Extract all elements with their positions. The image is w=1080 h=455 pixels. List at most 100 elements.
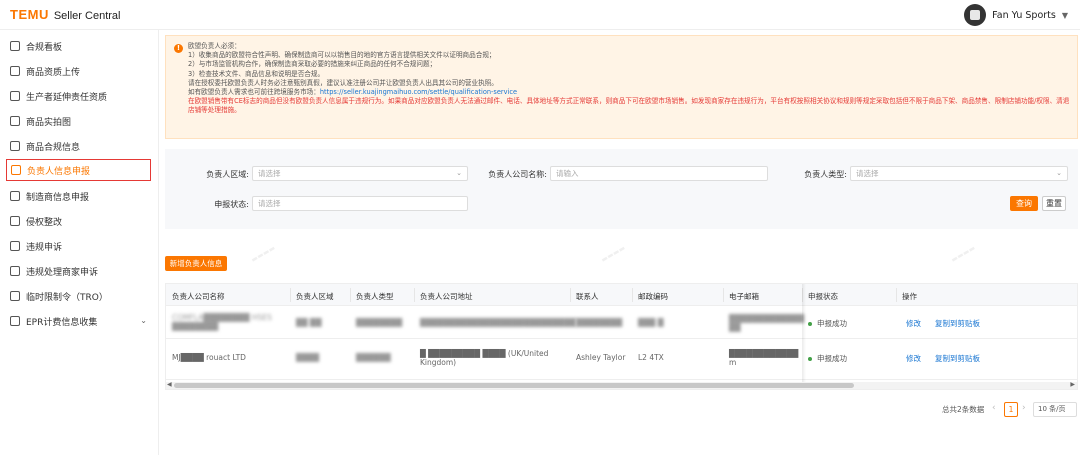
sidebar-item-responsible-person[interactable]: 负责人信息申报 (6, 159, 151, 181)
sidebar-item-label: 制造商信息申报 (26, 192, 90, 203)
cell-company: MJ████ rouact LTD (172, 353, 246, 362)
watermark: ▬▬▬▬ (599, 243, 627, 265)
company-input[interactable]: 请输入 (550, 166, 768, 181)
cell-region: ████ (296, 353, 320, 362)
user-name: Fan Yu Sports (992, 9, 1056, 21)
warning-icon (10, 216, 20, 226)
copy-to-clipboard-link[interactable]: 复制到剪贴板 (935, 318, 980, 329)
chevron-down-icon: ⌄ (1056, 169, 1062, 177)
reset-button[interactable]: 重置 (1042, 196, 1066, 211)
table-header: 负责人公司名称 负责人区域 负责人类型 负责人公司地址 联系人 邮政编码 电子邮… (166, 284, 1077, 306)
watermark: ▬▬▬▬ (249, 243, 277, 265)
table-row: MJ████ rouact LTD ████ ██████ █ ████████… (166, 339, 1077, 380)
add-responsible-button[interactable]: 新增负责人信息 (165, 256, 227, 271)
user-menu[interactable]: Fan Yu Sports ▼ (964, 4, 1068, 26)
brand[interactable]: TEMU Seller Central (10, 7, 120, 22)
col-header-status: 申报状态 (808, 292, 838, 301)
col-header-address: 负责人公司地址 (420, 292, 473, 301)
sidebar-item-compliance-dashboard[interactable]: 合规看板 (6, 35, 151, 57)
region-select[interactable]: 请选择 ⌄ (252, 166, 468, 181)
sidebar-item-product-photos[interactable]: 商品实拍图 (6, 110, 151, 132)
cell-type: ██████ (356, 353, 391, 362)
cell-postcode: ███ █ (638, 318, 664, 327)
page-size-select[interactable]: 10 条/页 (1033, 402, 1077, 417)
company-placeholder: 请输入 (556, 169, 579, 178)
sidebar-item-producer-responsibility[interactable]: 生产者延伸责任资质 (6, 85, 151, 107)
notice-line: 2）与市场监管机构合作，确保制造商采取必要的措施来纠正商品的任何不合规问题； (188, 60, 437, 69)
page-size-value: 10 条/页 (1038, 405, 1066, 413)
status-badge: 申报成功 (808, 353, 847, 364)
notice-line: 1）收集商品的欧盟符合性声明、确保制造商可以以销售目的地的官方语言提供相关文件以… (188, 51, 496, 60)
sidebar-item-violation-appeal[interactable]: 违规申诉 (6, 235, 151, 257)
copy-to-clipboard-link[interactable]: 复制到剪贴板 (935, 353, 980, 364)
column-divider (290, 288, 291, 302)
table-row: COMFLA████████ HSES ████████ ██ ██ █████… (166, 306, 1077, 339)
next-page-icon[interactable]: › (1022, 403, 1026, 413)
sidebar-item-merchant-appeal[interactable]: 违规处理商家申诉 (6, 260, 151, 282)
status-text: 申报成功 (817, 319, 847, 328)
column-divider (632, 288, 633, 302)
company-label: 负责人公司名称: (488, 170, 547, 179)
type-placeholder: 请选择 (856, 169, 879, 178)
status-placeholder: 请选择 (258, 199, 281, 208)
chevron-down-icon[interactable]: ⌄ (140, 316, 147, 325)
tro-icon (10, 291, 20, 301)
notice-body: 欧盟负责人必须： 1）收集商品的欧盟符合性声明、确保制造商可以以销售目的地的官方… (188, 42, 1073, 116)
photo-icon (10, 116, 20, 126)
edit-link[interactable]: 修改 (906, 353, 921, 364)
query-button[interactable]: 查询 (1010, 196, 1038, 211)
chevron-down-icon[interactable]: ▼ (1062, 11, 1068, 20)
status-select[interactable]: 请选择 (252, 196, 468, 211)
notice-line: 3）检查技术文件、商品信息和说明是否合规。 (188, 69, 325, 78)
column-divider (896, 288, 897, 302)
sidebar-item-label: 违规处理商家申诉 (26, 267, 99, 278)
responsible-person-table: 负责人公司名称 负责人区域 负责人类型 负责人公司地址 联系人 邮政编码 电子邮… (165, 283, 1078, 390)
sidebar-item-epr[interactable]: EPR计费信息收集 ⌄ (6, 310, 151, 332)
column-divider (414, 288, 415, 302)
avatar[interactable] (964, 4, 987, 26)
sidebar-item-label: 违规申诉 (26, 242, 63, 253)
page-number[interactable]: 1 (1004, 402, 1018, 417)
factory-icon (10, 191, 20, 201)
sidebar-item-label: EPR计费信息收集 (26, 317, 98, 328)
cell-email: █████████████ ██ (729, 314, 804, 332)
status-label: 申报状态: (214, 200, 249, 209)
notice-warning: 在欧盟销售带有CE标志的商品但没有欧盟负责人信息属于违规行为。如果商品对应欧盟负… (188, 97, 1070, 115)
horizontal-scrollbar[interactable]: ◀ ▶ (166, 381, 1077, 389)
cell-contact: ████████ (576, 318, 623, 327)
scrollbar-thumb[interactable] (174, 383, 854, 388)
notice-line: 如有欧盟负责人需求也可前往跨境服务市场： (188, 88, 320, 97)
prev-page-icon[interactable]: ‹ (992, 403, 996, 413)
region-placeholder: 请选择 (258, 169, 281, 178)
sidebar-item-compliance-info[interactable]: 商品合规信息 (6, 135, 151, 157)
service-market-link[interactable]: https://seller.kuajingmaihuo.com/settle/… (320, 88, 517, 96)
sidebar-item-infringement[interactable]: 侵权整改 (6, 210, 151, 232)
sidebar-item-tro[interactable]: 临时限制令（TRO） (6, 285, 151, 307)
cell-type: ████████ (356, 318, 403, 327)
chevron-down-icon: ⌄ (456, 169, 462, 177)
success-dot-icon (808, 321, 812, 326)
scroll-right-icon[interactable]: ▶ (1070, 381, 1075, 388)
appeal-icon (10, 241, 20, 251)
col-header-company: 负责人公司名称 (172, 292, 225, 301)
success-dot-icon (808, 356, 812, 361)
cell-address: █ █████████ ████ (UK/United Kingdom) (420, 349, 549, 367)
type-select[interactable]: 请选择 ⌄ (850, 166, 1068, 181)
notice-line: 请在授权委托欧盟负责人时务必注意甄别真假，建议认准注册公司并让欧盟负责人出具其公… (188, 78, 498, 87)
cell-company: COMFLA████████ HSES ████████ (172, 313, 272, 331)
top-header: TEMU Seller Central Fan Yu Sports ▼ (0, 0, 1080, 30)
column-divider (350, 288, 351, 302)
col-header-actions: 操作 (902, 292, 917, 301)
scroll-left-icon[interactable]: ◀ (167, 381, 172, 388)
sidebar-item-manufacturer-info[interactable]: 制造商信息申报 (6, 185, 151, 207)
col-header-type: 负责人类型 (356, 292, 394, 301)
notice-line: 欧盟负责人必须： (188, 42, 241, 50)
alert-icon: ! (174, 44, 183, 53)
col-header-contact: 联系人 (576, 292, 599, 301)
sidebar-item-label: 商品合规信息 (26, 142, 81, 153)
sidebar-item-qualification-upload[interactable]: 商品资质上传 (6, 60, 151, 82)
fixed-column-shadow (802, 284, 806, 389)
person-icon (11, 165, 21, 175)
upload-icon (10, 66, 20, 76)
edit-link[interactable]: 修改 (906, 318, 921, 329)
